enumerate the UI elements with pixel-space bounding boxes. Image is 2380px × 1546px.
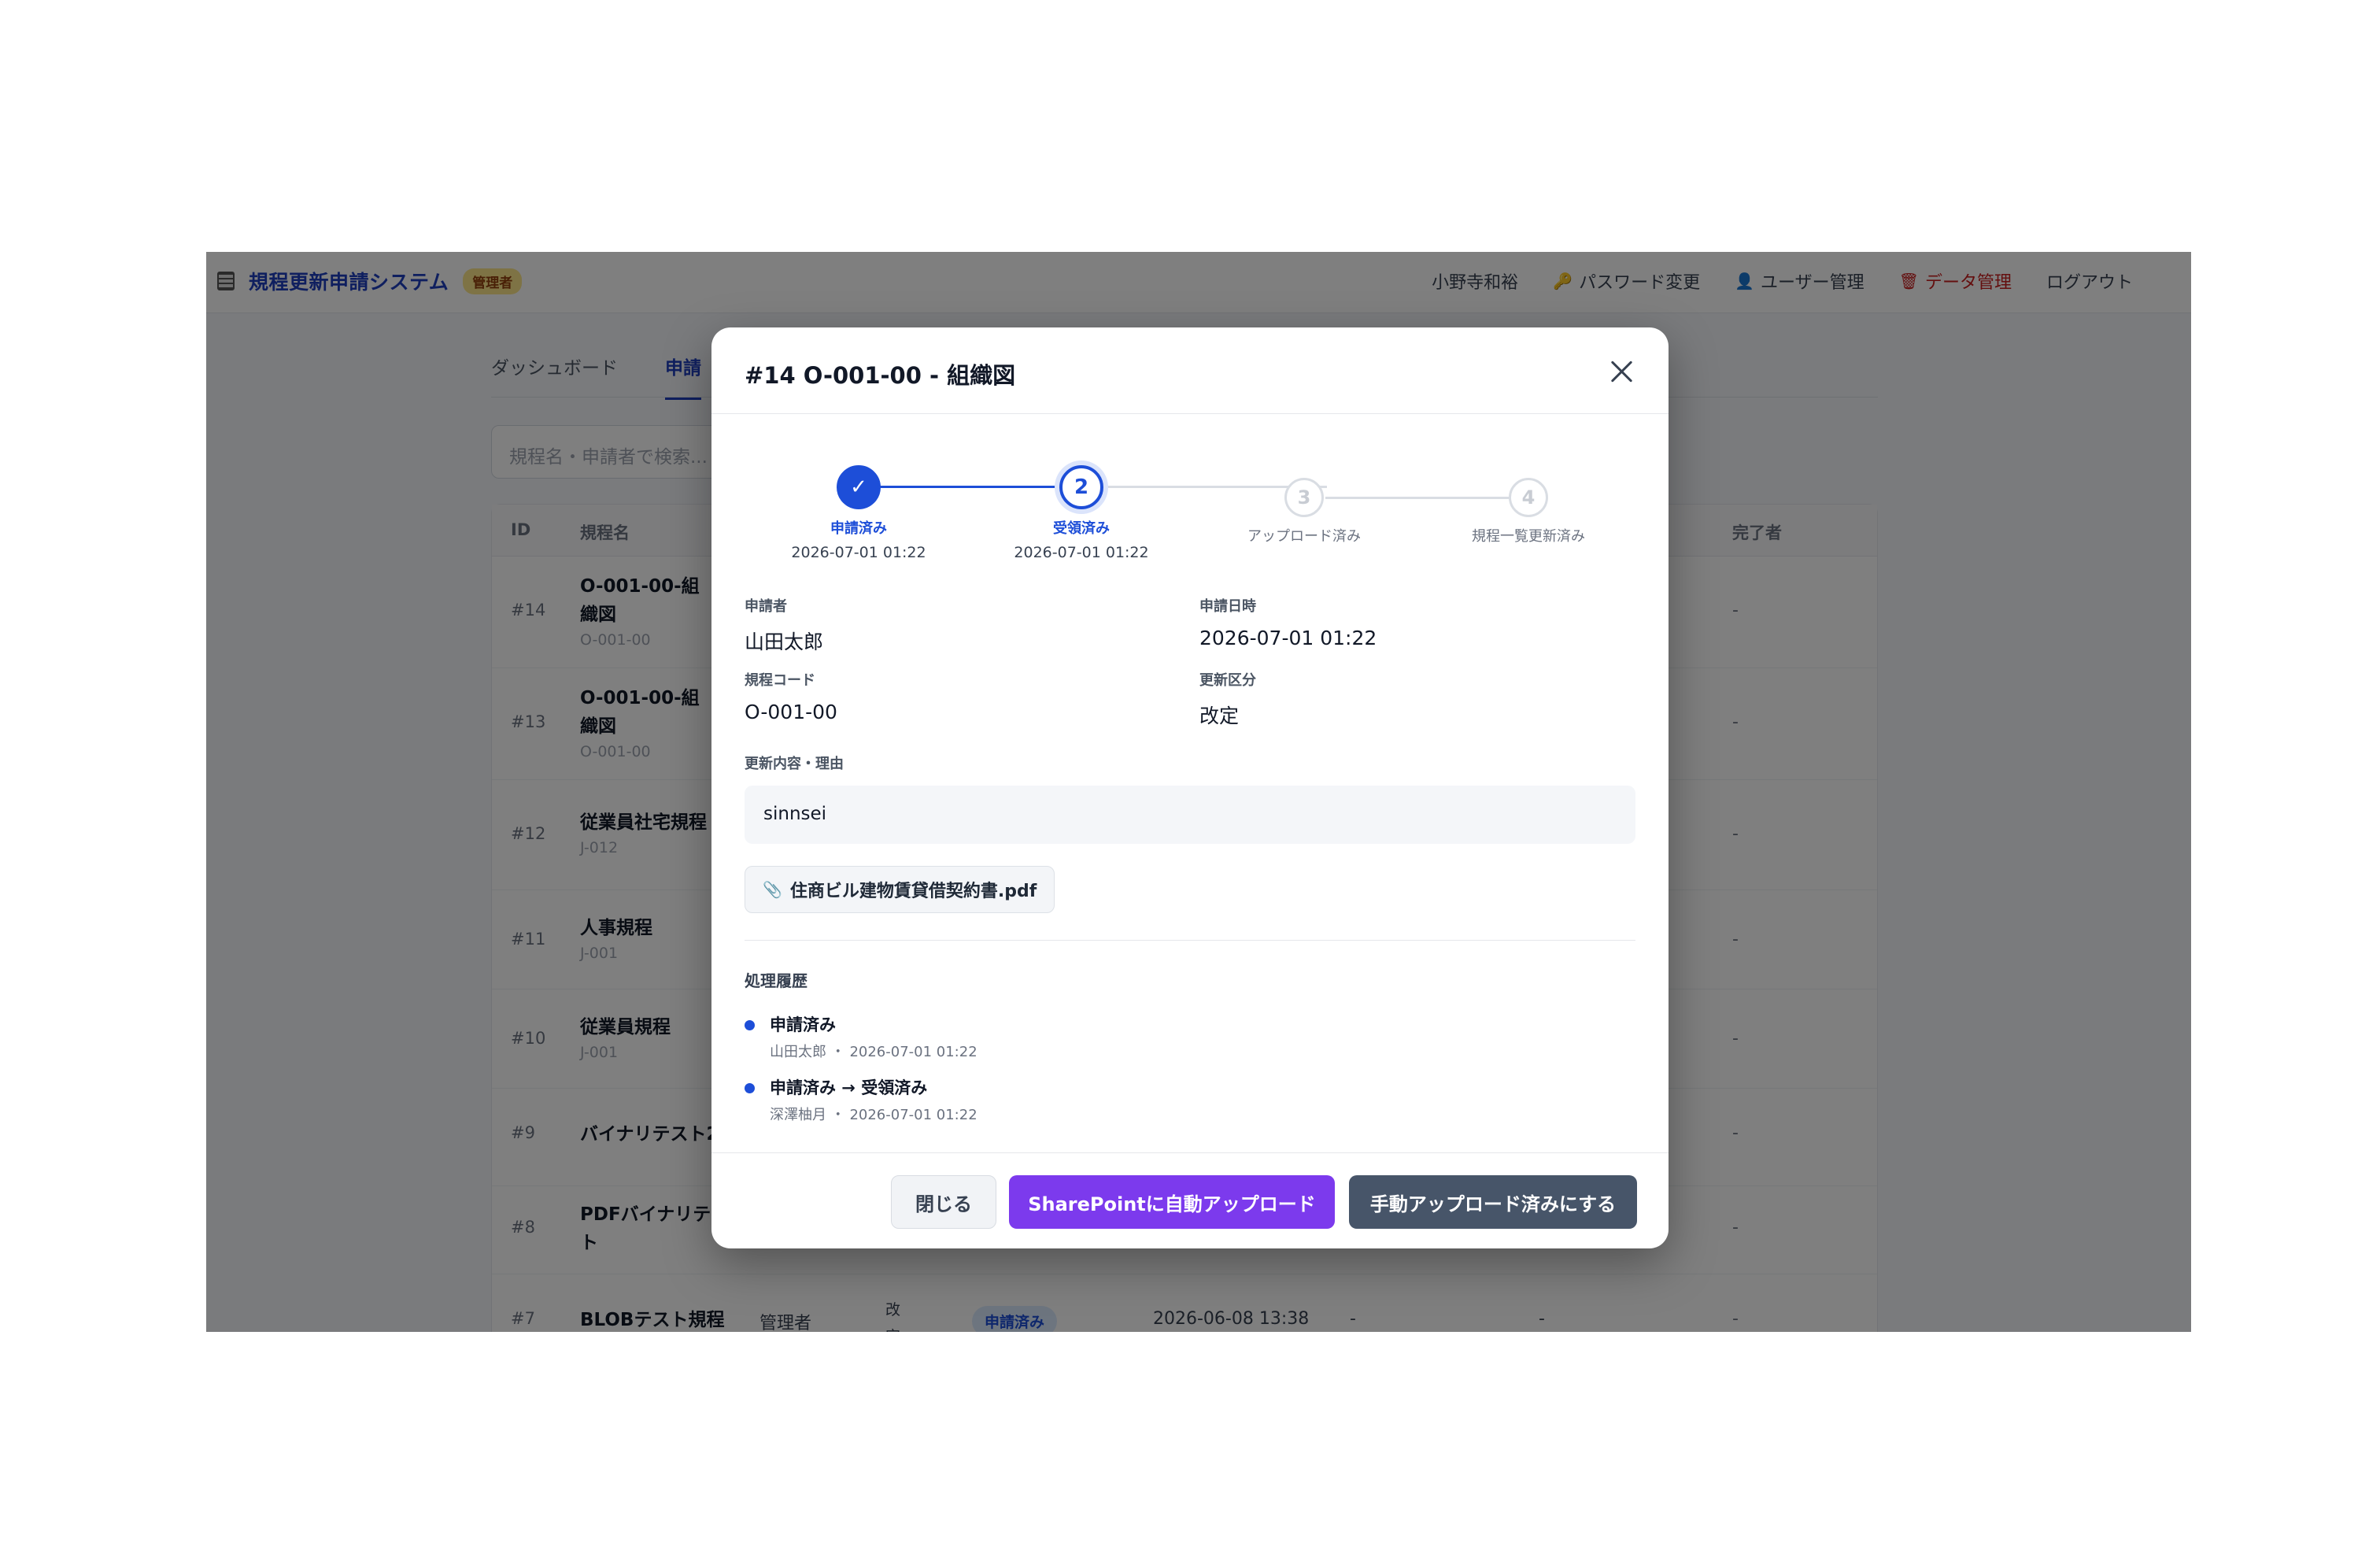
field-label: 申請日時 xyxy=(1199,598,1256,615)
field-applicant: 申請者 山田太郎 xyxy=(745,595,1185,655)
attachment-link[interactable]: 📎 住商ビル建物賃貸借契約書.pdf xyxy=(745,866,1055,913)
step-number: 2 xyxy=(1059,465,1103,509)
step-uploaded: 3 アップロード済み xyxy=(1202,478,1406,546)
field-label: 申請者 xyxy=(745,598,787,615)
mark-manual-upload-button[interactable]: 手動アップロード済みにする xyxy=(1349,1175,1637,1229)
progress-stepper: ✓ 申請済み 2026-07-01 01:22 2 受領済み 2026-07-0… xyxy=(745,465,1635,575)
field-value: O-001-00 xyxy=(745,701,837,723)
step-number: 4 xyxy=(1509,478,1548,517)
step-received: 2 受領済み 2026-07-01 01:22 xyxy=(979,465,1184,561)
check-icon: ✓ xyxy=(837,465,881,509)
field-code: 規程コード O-001-00 xyxy=(745,669,1185,723)
modal-header: #14 O-001-00 - 組織図 xyxy=(711,327,1669,414)
field-label: 規程コード xyxy=(745,672,815,689)
step-label: アップロード済み xyxy=(1247,528,1361,545)
history-meta: 山田太郎 ・ 2026-07-01 01:22 xyxy=(770,1044,978,1060)
field-type: 更新区分 改定 xyxy=(1199,669,1640,729)
bullet-icon xyxy=(745,1083,755,1093)
step-list-updated: 4 規程一覧更新済み xyxy=(1426,478,1631,546)
paperclip-icon: 📎 xyxy=(763,880,782,899)
step-applied: ✓ 申請済み 2026-07-01 01:22 xyxy=(756,465,961,561)
close-icon[interactable] xyxy=(1606,356,1637,387)
history-action: 申請済み → 受領済み xyxy=(770,1078,928,1097)
field-datetime: 申請日時 2026-07-01 01:22 xyxy=(1199,595,1640,649)
attachment-name: 住商ビル建物賃貸借契約書.pdf xyxy=(789,882,1037,901)
step-label: 受領済み xyxy=(1053,520,1110,537)
history-action: 申請済み xyxy=(770,1015,836,1034)
reason-label: 更新内容・理由 xyxy=(745,756,844,772)
step-date: 2026-07-01 01:22 xyxy=(1014,544,1149,561)
field-label: 更新区分 xyxy=(1199,672,1256,689)
detail-modal: #14 O-001-00 - 組織図 ✓ 申請済み 2026-07-01 01:… xyxy=(711,327,1669,1248)
field-value: 改定 xyxy=(1199,705,1240,727)
field-value: 2026-07-01 01:22 xyxy=(1199,627,1377,649)
history-title: 処理履歴 xyxy=(745,971,808,990)
history-meta: 深澤柚月 ・ 2026-07-01 01:22 xyxy=(770,1107,978,1123)
reason-text: sinnsei xyxy=(745,786,1635,844)
step-label: 規程一覧更新済み xyxy=(1472,528,1585,545)
bullet-icon xyxy=(745,1020,755,1030)
step-date: 2026-07-01 01:22 xyxy=(791,544,926,561)
modal-title: #14 O-001-00 - 組織図 xyxy=(745,362,1016,389)
divider xyxy=(745,940,1635,941)
field-value: 山田太郎 xyxy=(745,631,824,653)
sharepoint-upload-button[interactable]: SharePointに自動アップロード xyxy=(1009,1175,1335,1229)
close-button[interactable]: 閉じる xyxy=(891,1175,996,1229)
step-number: 3 xyxy=(1284,478,1324,517)
step-label: 申請済み xyxy=(830,520,887,537)
modal-footer: 閉じる SharePointに自動アップロード 手動アップロード済みにする xyxy=(711,1152,1669,1248)
